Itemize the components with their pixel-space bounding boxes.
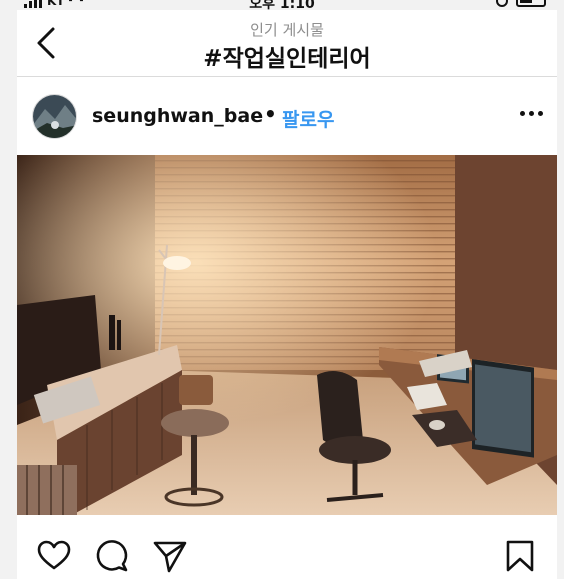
comment-icon	[96, 540, 128, 572]
save-button[interactable]	[503, 539, 537, 573]
status-bar: KT 오후 1:10	[0, 0, 564, 10]
share-button[interactable]	[153, 539, 187, 573]
bookmark-icon	[506, 540, 534, 572]
post-username[interactable]: seunghwan_bae	[92, 105, 263, 127]
follow-button[interactable]: 팔로우	[282, 105, 334, 132]
like-button[interactable]	[37, 539, 71, 573]
post-actions	[17, 515, 557, 579]
comment-button[interactable]	[95, 539, 129, 573]
alarm-icon	[496, 0, 508, 7]
send-icon	[153, 541, 187, 573]
avatar[interactable]	[32, 94, 77, 139]
battery-icon	[516, 0, 546, 7]
heart-icon	[37, 540, 71, 570]
avatar-image	[33, 95, 76, 138]
post-header: seunghwan_bae • 팔로우	[17, 78, 557, 155]
top-nav: 인기 게시물 #작업실인테리어	[17, 10, 557, 77]
more-button[interactable]	[520, 111, 543, 116]
page-subtitle: 인기 게시물	[250, 21, 324, 39]
status-right	[496, 0, 546, 7]
status-time: 오후 1:10	[249, 0, 315, 10]
post-photo[interactable]	[17, 155, 557, 515]
more-horizontal-icon	[520, 111, 543, 116]
post-screen: 인기 게시물 #작업실인테리어 seunghwan_bae • 팔로우	[17, 10, 557, 579]
page-title: #작업실인테리어	[203, 46, 371, 72]
separator-dot: •	[264, 102, 277, 126]
